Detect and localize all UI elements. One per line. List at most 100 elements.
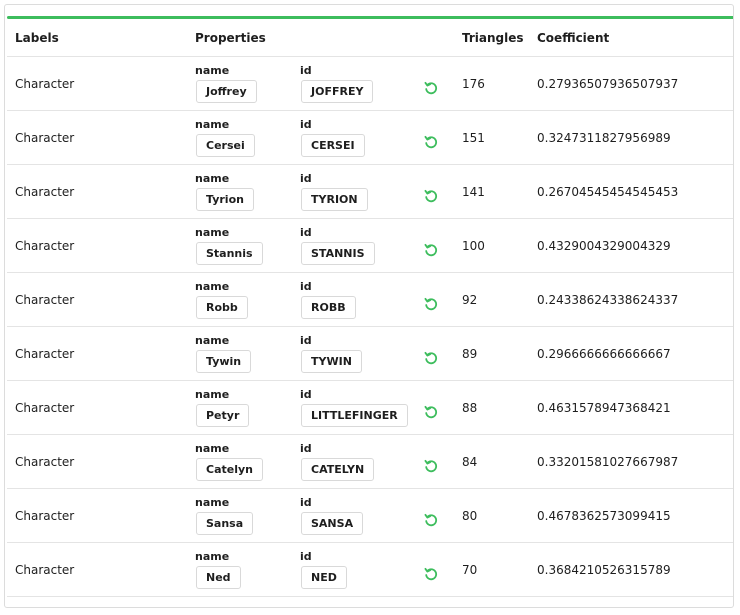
row-label: Character [7,56,195,111]
row-name-cell: name Petyr [195,380,300,435]
name-key: name [195,118,230,131]
row-triangles: 151 [462,110,537,165]
refresh-icon-svg [424,405,438,419]
name-property: name Tyrion [195,172,300,211]
table-row: Character name Petyr id LITTLEFINGER 88 … [7,380,733,435]
id-key: id [300,280,312,293]
row-triangles: 70 [462,542,537,597]
row-action-cell [424,542,462,597]
refresh-icon-svg [424,513,438,527]
table-body: Character name Joffrey id JOFFREY 176 0.… [7,56,733,597]
row-label: Character [7,164,195,219]
header-properties: Properties [195,19,300,57]
table-row: Character name Stannis id STANNIS 100 0.… [7,218,733,273]
id-key: id [300,442,312,455]
row-triangles: 176 [462,56,537,111]
id-value-chip: CERSEI [301,134,365,157]
row-action-cell [424,434,462,489]
row-id-cell: id NED [300,542,424,597]
name-value-chip: Sansa [196,512,254,535]
row-name-cell: name Tyrion [195,164,300,219]
refresh-icon[interactable] [424,135,438,149]
id-key: id [300,64,312,77]
header-action-spacer [424,19,462,57]
table-row: Character name Sansa id SANSA 80 0.46783… [7,488,733,543]
header-triangles: Triangles [462,19,537,57]
row-name-cell: name Sansa [195,488,300,543]
name-value-chip: Catelyn [196,458,263,481]
row-name-cell: name Tywin [195,326,300,381]
refresh-icon-svg [424,297,438,311]
id-property: id NED [300,550,424,589]
id-property: id TYRION [300,172,424,211]
row-triangles: 89 [462,326,537,381]
refresh-icon[interactable] [424,81,438,95]
name-key: name [195,442,230,455]
refresh-icon[interactable] [424,297,438,311]
name-value-chip: Tywin [196,350,252,373]
row-name-cell: name Cersei [195,110,300,165]
id-key: id [300,226,312,239]
id-property: id ROBB [300,280,424,319]
name-key: name [195,388,230,401]
row-name-cell: name Catelyn [195,434,300,489]
row-triangles: 88 [462,380,537,435]
name-key: name [195,64,230,77]
row-id-cell: id CERSEI [300,110,424,165]
row-label: Character [7,272,195,327]
refresh-icon-svg [424,243,438,257]
name-key: name [195,334,230,347]
refresh-icon[interactable] [424,189,438,203]
row-coefficient: 0.24338624338624337 [537,272,733,327]
row-name-cell: name Robb [195,272,300,327]
row-coefficient: 0.4329004329004329 [537,218,733,273]
id-value-chip: NED [301,566,347,589]
table-row: Character name Ned id NED 70 0.368421052… [7,542,733,597]
row-label: Character [7,488,195,543]
id-value-chip: TYRION [301,188,368,211]
row-name-cell: name Ned [195,542,300,597]
refresh-icon[interactable] [424,567,438,581]
refresh-icon[interactable] [424,405,438,419]
row-coefficient: 0.33201581027667987 [537,434,733,489]
row-triangles: 84 [462,434,537,489]
refresh-icon[interactable] [424,243,438,257]
row-label: Character [7,326,195,381]
row-label: Character [7,542,195,597]
table-row: Character name Robb id ROBB 92 0.2433862… [7,272,733,327]
name-property: name Stannis [195,226,300,265]
table-row: Character name Tywin id TYWIN 89 0.29666… [7,326,733,381]
name-value-chip: Joffrey [196,80,257,103]
row-id-cell: id TYRION [300,164,424,219]
row-triangles: 141 [462,164,537,219]
table-row: Character name Joffrey id JOFFREY 176 0.… [7,56,733,111]
row-id-cell: id SANSA [300,488,424,543]
name-key: name [195,280,230,293]
refresh-icon-svg [424,459,438,473]
id-value-chip: SANSA [301,512,364,535]
name-value-chip: Robb [196,296,248,319]
row-action-cell [424,164,462,219]
id-value-chip: ROBB [301,296,356,319]
table-header-row: Labels Properties Triangles Coefficient [7,19,733,57]
row-coefficient: 0.26704545454545453 [537,164,733,219]
name-property: name Ned [195,550,300,589]
row-id-cell: id JOFFREY [300,56,424,111]
row-coefficient: 0.3247311827956989 [537,110,733,165]
name-value-chip: Petyr [196,404,250,427]
name-property: name Catelyn [195,442,300,481]
refresh-icon[interactable] [424,513,438,527]
row-coefficient: 0.2966666666666667 [537,326,733,381]
id-property: id SANSA [300,496,424,535]
row-name-cell: name Stannis [195,218,300,273]
name-value-chip: Stannis [196,242,263,265]
row-label: Character [7,380,195,435]
results-card: Labels Properties Triangles Coefficient … [4,4,734,608]
id-key: id [300,550,312,563]
row-action-cell [424,110,462,165]
refresh-icon[interactable] [424,351,438,365]
refresh-icon[interactable] [424,459,438,473]
row-action-cell [424,380,462,435]
row-name-cell: name Joffrey [195,56,300,111]
row-coefficient: 0.3684210526315789 [537,542,733,597]
